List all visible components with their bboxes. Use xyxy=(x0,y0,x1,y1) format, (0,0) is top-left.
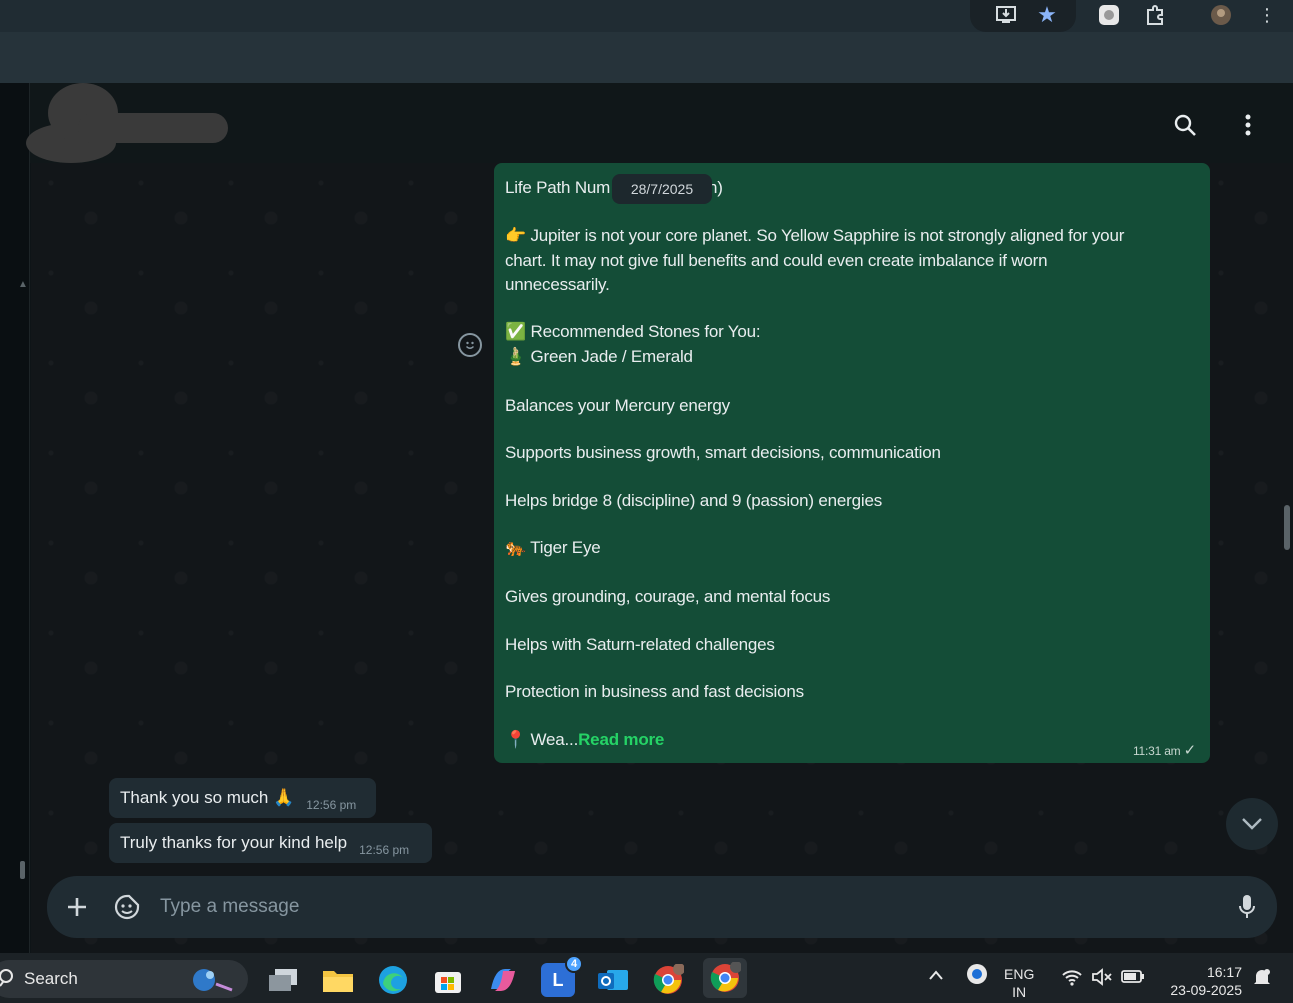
extensions-puzzle-icon[interactable] xyxy=(1142,2,1168,28)
plus-icon[interactable] xyxy=(60,890,94,924)
date-chip: 28/7/2025 xyxy=(612,174,712,204)
message-composer xyxy=(47,876,1277,938)
message-line-last: 📍 Wea...Read more xyxy=(505,730,664,750)
chrome-profile-icon[interactable] xyxy=(651,963,685,997)
clock-date: 23-09-2025 xyxy=(1170,982,1242,998)
message-truncated-text: 📍 Wea... xyxy=(505,730,579,749)
wifi-icon[interactable] xyxy=(1061,968,1083,990)
profile-avatar-icon[interactable] xyxy=(1208,2,1234,28)
windows-taskbar: Search L 4 ENG IN 16:17 23-09-2025 xyxy=(0,953,1293,1003)
message-line: Helps bridge 8 (discipline) and 9 (passi… xyxy=(505,491,883,510)
incoming-message[interactable]: Truly thanks for your kind help 12:56 pm xyxy=(109,823,432,863)
edge-icon[interactable] xyxy=(376,963,410,997)
volume-muted-icon[interactable] xyxy=(1091,968,1113,990)
more-menu-icon[interactable]: ⋮ xyxy=(1254,2,1280,28)
search-icon xyxy=(0,968,16,993)
rail-scrollbar[interactable] xyxy=(20,861,25,879)
task-view-icon[interactable] xyxy=(266,963,300,997)
clock[interactable]: 16:17 23-09-2025 xyxy=(1160,963,1242,999)
chat-header xyxy=(26,83,1293,163)
message-line: Protection in business and fast decision… xyxy=(505,682,804,701)
scroll-to-bottom-button[interactable] xyxy=(1226,798,1278,850)
message-text: Truly thanks for your kind help xyxy=(120,833,348,852)
taskbar-search[interactable]: Search xyxy=(0,960,248,998)
extension-app-icon[interactable] xyxy=(1096,2,1122,28)
left-rail: ▲ xyxy=(0,83,30,953)
message-line: 👉 Jupiter is not your core planet. So Ye… xyxy=(505,226,1125,245)
language-indicator[interactable]: ENG IN xyxy=(1004,965,1034,1001)
message-time: 12:56 pm xyxy=(359,843,410,857)
tray-overflow-chevron-icon[interactable] xyxy=(928,967,944,985)
chat-scrollbar[interactable] xyxy=(1284,505,1290,550)
message-meta: 11:31 am ✓ xyxy=(1133,741,1196,759)
rail-scroll-up-icon[interactable]: ▲ xyxy=(18,279,28,290)
install-app-icon[interactable] xyxy=(994,2,1020,28)
read-more-link[interactable]: Read more xyxy=(578,730,664,749)
message-input[interactable] xyxy=(160,892,1220,922)
message-line: 🐅 Tiger Eye xyxy=(505,538,601,557)
copilot-icon[interactable] xyxy=(486,963,520,997)
sent-tick-icon: ✓ xyxy=(1183,742,1197,759)
search-label: Search xyxy=(24,969,78,988)
outlook-icon[interactable] xyxy=(596,963,630,997)
message-time: 11:31 am xyxy=(1132,744,1181,758)
message-line: 🎍 Green Jade / Emerald xyxy=(505,347,693,366)
language-bottom: IN xyxy=(1012,984,1027,1000)
notification-bell-icon[interactable] xyxy=(1252,967,1272,991)
bookmark-star-icon[interactable]: ★ xyxy=(1034,2,1060,28)
chrome-icon[interactable] xyxy=(703,958,747,998)
file-explorer-icon[interactable] xyxy=(321,963,355,997)
edge-tray-icon[interactable] xyxy=(966,963,988,989)
teams-l-icon[interactable]: L 4 xyxy=(541,955,583,997)
message-line: Helps with Saturn-related challenges xyxy=(505,635,775,654)
message-line: Gives grounding, courage, and mental foc… xyxy=(505,587,831,606)
search-icon[interactable] xyxy=(1169,109,1201,141)
language-top: ENG xyxy=(1004,966,1035,982)
contact-avatar[interactable] xyxy=(18,83,248,173)
message-time: 12:56 pm xyxy=(306,798,357,812)
notification-badge: 4 xyxy=(565,955,583,973)
message-line: unnecessarily. xyxy=(505,275,610,294)
more-options-icon[interactable] xyxy=(1232,109,1264,141)
battery-icon[interactable] xyxy=(1121,968,1145,988)
message-line: ✅ Recommended Stones for You: xyxy=(505,322,761,341)
clock-time: 16:17 xyxy=(1206,964,1242,980)
incoming-message[interactable]: Thank you so much 🙏 12:56 pm xyxy=(109,778,376,818)
message-line: Supports business growth, smart decision… xyxy=(505,443,941,462)
browser-toolbar: ★ ⋮ xyxy=(0,0,1293,32)
message-line: chart. It may not give full benefits and… xyxy=(505,251,1048,270)
microphone-icon[interactable] xyxy=(1230,890,1264,924)
message-line: Balances your Mercury energy xyxy=(505,396,730,415)
message-line: Life Path Num xyxy=(505,178,611,197)
browser-tab-strip xyxy=(0,32,1293,83)
address-bar-end xyxy=(970,0,1076,32)
search-highlight-icon xyxy=(186,964,240,999)
message-text: Thank you so much 🙏 xyxy=(120,788,295,807)
sticker-icon[interactable] xyxy=(110,890,144,924)
outgoing-message[interactable]: Life Path Num n) 👉 Jupiter is not your c… xyxy=(494,163,1210,763)
microsoft-store-icon[interactable] xyxy=(431,963,465,997)
emoji-reaction-icon[interactable] xyxy=(458,333,482,357)
